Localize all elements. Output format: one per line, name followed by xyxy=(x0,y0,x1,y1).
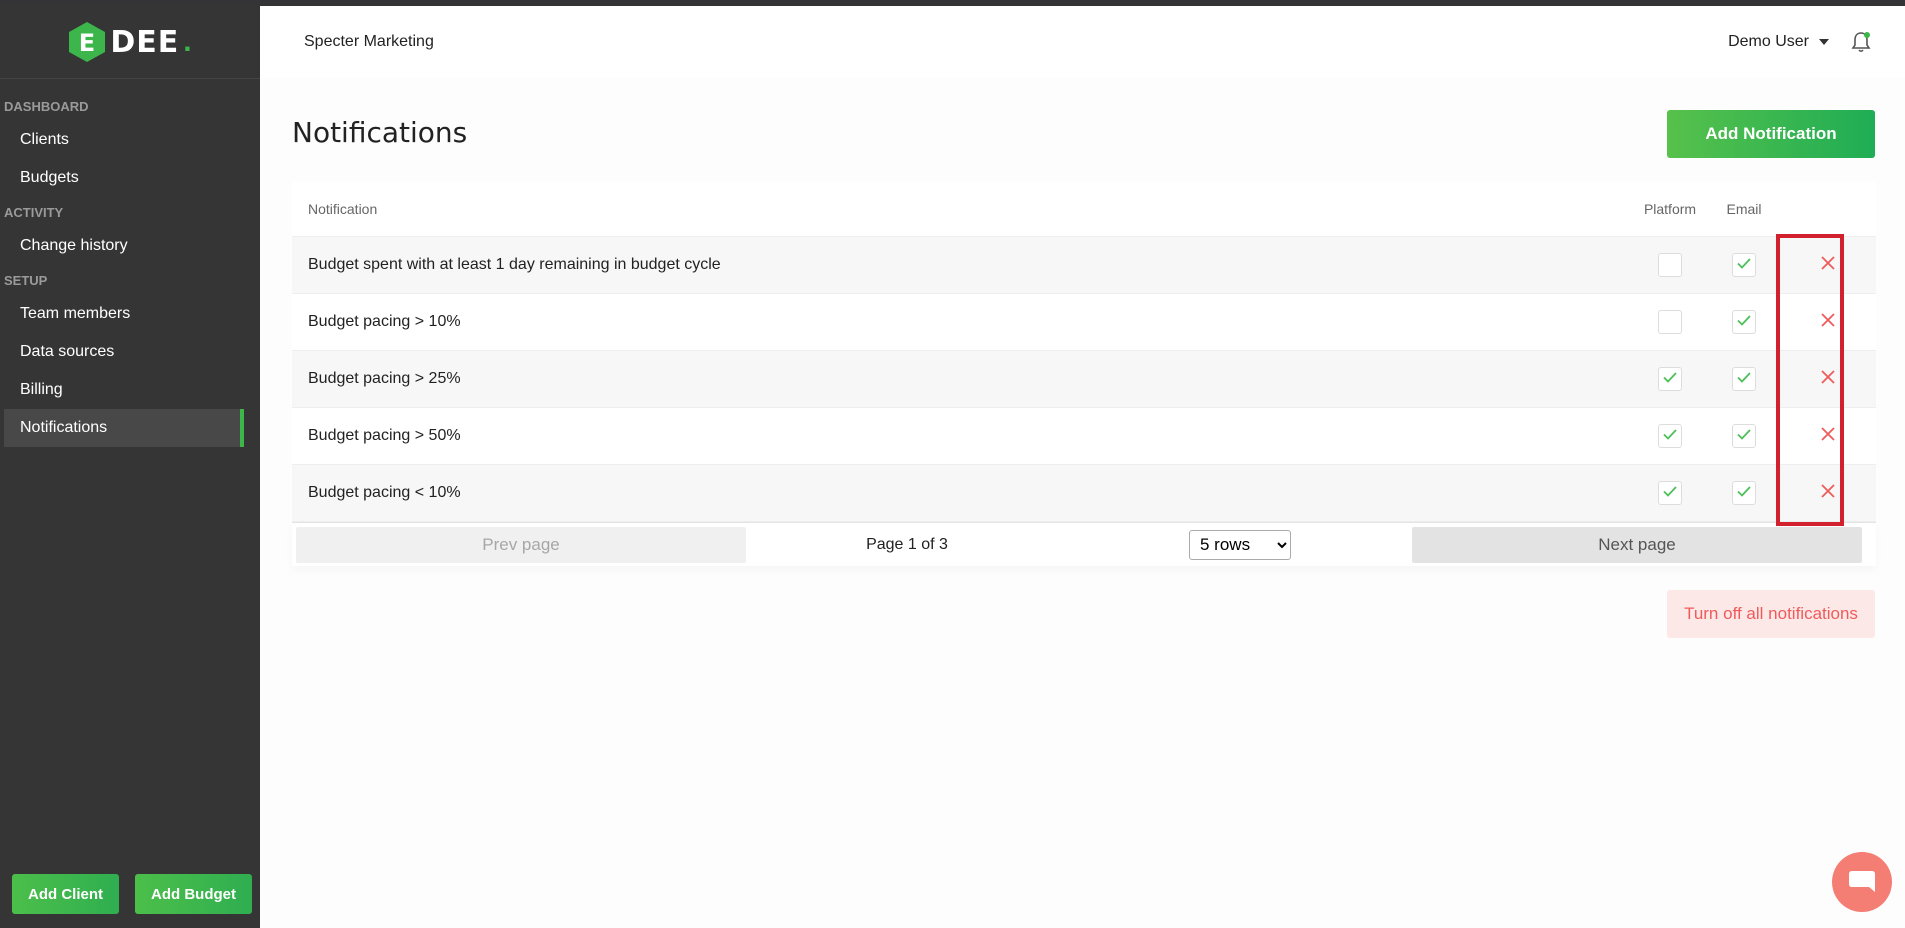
notifications-table: Notification Platform Email Budget spent… xyxy=(292,182,1876,566)
main-content: Notifications Add Notification Notificat… xyxy=(260,78,1905,928)
column-header-email: Email xyxy=(1726,201,1762,217)
platform-checkbox[interactable] xyxy=(1658,481,1682,505)
table-row: Budget spent with at least 1 day remaini… xyxy=(292,237,1876,294)
nav-section-activity: ACTIVITY xyxy=(4,204,64,220)
platform-cell xyxy=(1632,481,1708,505)
chevron-down-icon xyxy=(1819,39,1829,45)
platform-checkbox[interactable] xyxy=(1658,253,1682,277)
top-header: Specter Marketing Demo User xyxy=(260,6,1905,78)
delete-notification-button[interactable] xyxy=(1816,310,1840,334)
email-cell xyxy=(1708,481,1780,505)
delete-cell xyxy=(1780,424,1876,448)
prev-page-button[interactable]: Prev page xyxy=(296,526,746,563)
notification-name: Budget spent with at least 1 day remaini… xyxy=(308,256,721,273)
platform-checkbox[interactable] xyxy=(1658,424,1682,448)
add-notification-button[interactable]: Add Notification xyxy=(1667,110,1875,158)
delete-notification-button[interactable] xyxy=(1816,481,1840,505)
check-icon xyxy=(1662,369,1678,390)
check-icon xyxy=(1736,426,1752,447)
user-name: Demo User xyxy=(1728,33,1809,50)
sidebar-item-billing[interactable]: Billing xyxy=(4,371,256,409)
logo-area: E DEE. xyxy=(0,6,260,79)
platform-cell xyxy=(1632,424,1708,448)
email-cell xyxy=(1708,367,1780,391)
email-checkbox[interactable] xyxy=(1732,367,1756,391)
sidebar-item-notifications[interactable]: Notifications xyxy=(4,409,244,447)
sidebar-item-change-history[interactable]: Change history xyxy=(4,227,256,265)
close-icon xyxy=(1820,312,1836,333)
delete-cell xyxy=(1780,367,1876,391)
platform-cell xyxy=(1632,310,1708,334)
pagination: Prev page Page 1 of 3 5 rows Next page xyxy=(292,522,1876,566)
email-checkbox[interactable] xyxy=(1732,310,1756,334)
sidebar-item-clients[interactable]: Clients xyxy=(4,121,256,159)
check-icon xyxy=(1662,483,1678,504)
turn-off-all-notifications-button[interactable]: Turn off all notifications xyxy=(1667,590,1875,638)
check-icon xyxy=(1736,312,1752,333)
table-body: Budget spent with at least 1 day remaini… xyxy=(292,237,1876,522)
check-icon xyxy=(1736,255,1752,276)
platform-checkbox[interactable] xyxy=(1658,367,1682,391)
page-title: Notifications xyxy=(292,116,468,149)
platform-cell xyxy=(1632,253,1708,277)
column-header-platform: Platform xyxy=(1643,201,1697,217)
nav-section-dashboard: DASHBOARD xyxy=(4,98,89,114)
sidebar-actions: Add Client Add Budget xyxy=(12,874,252,914)
email-checkbox[interactable] xyxy=(1732,424,1756,448)
table-row: Budget pacing > 25% xyxy=(292,351,1876,408)
sidebar-item-data-sources[interactable]: Data sources xyxy=(4,333,256,371)
check-icon xyxy=(1736,483,1752,504)
email-checkbox[interactable] xyxy=(1732,481,1756,505)
app-logo[interactable]: E DEE. xyxy=(68,21,192,63)
notification-name: Budget pacing > 25% xyxy=(308,370,461,387)
delete-cell xyxy=(1780,481,1876,505)
sidebar-item-budgets[interactable]: Budgets xyxy=(4,159,256,197)
logo-dot: . xyxy=(183,25,192,58)
logo-text: DEE xyxy=(110,24,180,60)
nav-section-setup: SETUP xyxy=(4,272,48,288)
table-row: Budget pacing < 10% xyxy=(292,465,1876,522)
close-icon xyxy=(1820,369,1836,390)
add-budget-button[interactable]: Add Budget xyxy=(135,874,252,914)
platform-checkbox[interactable] xyxy=(1658,310,1682,334)
bell-icon[interactable] xyxy=(1851,31,1871,53)
notification-name: Budget pacing < 10% xyxy=(308,484,461,501)
sidebar-item-team-members[interactable]: Team members xyxy=(4,295,256,333)
notification-name: Budget pacing > 10% xyxy=(308,313,461,330)
logo-hexagon-icon: E xyxy=(68,21,106,63)
delete-cell xyxy=(1780,310,1876,334)
delete-notification-button[interactable] xyxy=(1816,253,1840,277)
check-icon xyxy=(1662,426,1678,447)
sidebar: E DEE. DASHBOARD Clients Budgets ACTIVIT… xyxy=(0,6,260,928)
table-row: Budget pacing > 50% xyxy=(292,408,1876,465)
table-header: Notification Platform Email xyxy=(292,182,1876,237)
email-cell xyxy=(1708,310,1780,334)
user-menu[interactable]: Demo User xyxy=(1728,33,1829,51)
table-row: Budget pacing > 10% xyxy=(292,294,1876,351)
email-cell xyxy=(1708,253,1780,277)
logo-letter: E xyxy=(79,29,95,57)
close-icon xyxy=(1820,426,1836,447)
rows-per-page-select[interactable]: 5 rows xyxy=(1189,529,1291,560)
chat-widget-button[interactable] xyxy=(1832,852,1892,912)
next-page-button[interactable]: Next page xyxy=(1412,526,1862,563)
column-header-notification: Notification xyxy=(308,201,378,217)
org-name: Specter Marketing xyxy=(304,33,434,50)
platform-cell xyxy=(1632,367,1708,391)
email-checkbox[interactable] xyxy=(1732,253,1756,277)
check-icon xyxy=(1736,369,1752,390)
close-icon xyxy=(1820,255,1836,276)
page-info: Page 1 of 3 xyxy=(866,535,948,553)
email-cell xyxy=(1708,424,1780,448)
delete-cell xyxy=(1780,253,1876,277)
delete-notification-button[interactable] xyxy=(1816,367,1840,391)
header-right: Demo User xyxy=(1728,31,1871,53)
chat-bubble-icon xyxy=(1849,871,1875,892)
add-client-button[interactable]: Add Client xyxy=(12,874,119,914)
delete-notification-button[interactable] xyxy=(1816,424,1840,448)
rows-select-wrap: 5 rows xyxy=(1068,529,1412,560)
notification-name: Budget pacing > 50% xyxy=(308,427,461,444)
close-icon xyxy=(1820,483,1836,504)
